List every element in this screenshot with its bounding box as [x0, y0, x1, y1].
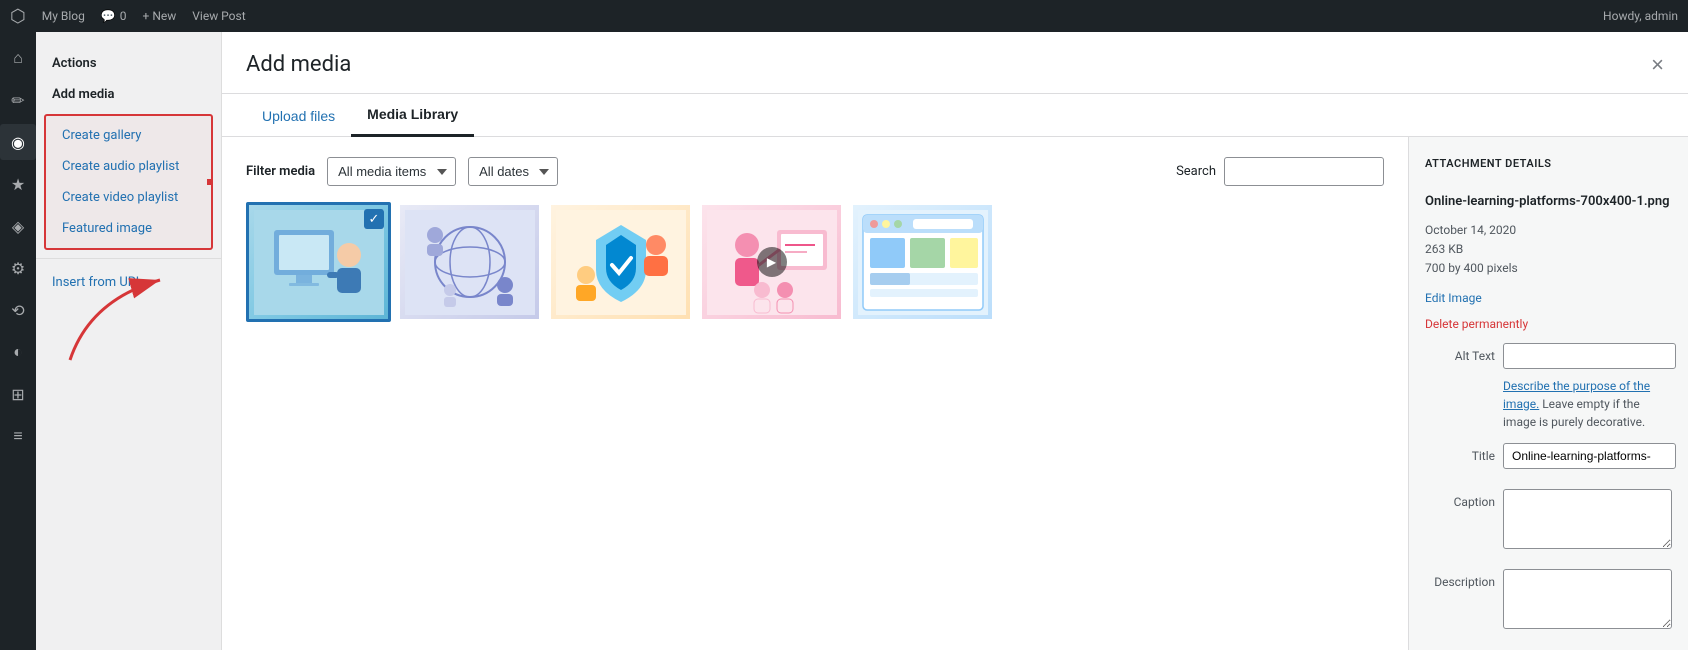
alt-text-hint: Describe the purpose of the image. Leave…: [1503, 377, 1672, 431]
admin-bar-view-post[interactable]: View Post: [192, 9, 245, 23]
media-item-1[interactable]: ✓: [246, 202, 391, 322]
alt-text-row: Alt Text: [1425, 343, 1672, 369]
media-type-filter[interactable]: All media items: [327, 157, 456, 186]
caption-label: Caption: [1425, 489, 1495, 509]
attachment-meta: October 14, 2020 263 KB 700 by 400 pixel…: [1425, 221, 1672, 279]
sidebar-icon-users[interactable]: ◐: [0, 334, 36, 370]
title-label: Title: [1425, 443, 1495, 463]
sidebar-icon-pages[interactable]: ★: [0, 166, 36, 202]
search-input[interactable]: [1224, 157, 1384, 186]
sidebar-icon-home[interactable]: ⌂: [0, 40, 36, 76]
insert-from-url-item[interactable]: Insert from URL: [36, 267, 221, 298]
alt-text-input[interactable]: [1503, 343, 1676, 369]
sidebar-icon-comments[interactable]: ◈: [0, 208, 36, 244]
sidebar: ⌂ ✏ ◉ ★ ◈ ⚙ ⟲ ◐ ⊞ ≡: [0, 32, 36, 650]
sidebar-icon-posts[interactable]: ✏: [0, 82, 36, 118]
media-thumb-3: [551, 205, 690, 319]
media-item-2[interactable]: [397, 202, 542, 322]
sidebar-icon-appearance[interactable]: ⚙: [0, 250, 36, 286]
media-main-area: Filter media All media items All dates S…: [222, 137, 1408, 650]
filter-label: Filter media: [246, 164, 315, 179]
highlight-box: Create gallery Create audio playlist Cre…: [44, 114, 213, 250]
admin-bar-blog[interactable]: My Blog: [42, 9, 85, 23]
admin-bar-new[interactable]: + New: [143, 9, 177, 23]
description-label: Description: [1425, 569, 1495, 589]
description-row: Description: [1425, 569, 1672, 629]
dialog-header: Add media ×: [222, 32, 1688, 94]
media-content: Filter media All media items All dates S…: [222, 137, 1688, 650]
sidebar-icon-settings[interactable]: ≡: [0, 418, 36, 454]
dates-filter[interactable]: All dates: [468, 157, 558, 186]
dialog-title: Add media: [246, 52, 351, 77]
blog-name: My Blog: [42, 9, 85, 23]
dialog-content: Add media × Upload files Media Library F…: [222, 32, 1688, 650]
panel-divider: [36, 258, 221, 259]
alt-text-label: Alt Text: [1425, 343, 1495, 363]
edit-image-link[interactable]: Edit Image: [1425, 291, 1672, 305]
actions-section-header: Actions: [36, 48, 221, 79]
wp-logo[interactable]: ⬡: [10, 6, 26, 27]
left-panel: Actions Add media Create gallery Create …: [36, 32, 222, 650]
caption-input[interactable]: [1503, 489, 1672, 549]
dialog-tabs: Upload files Media Library: [222, 94, 1688, 137]
admin-bar: ⬡ My Blog 💬 0 + New View Post Howdy, adm…: [0, 0, 1688, 32]
create-gallery-item[interactable]: Create gallery: [46, 120, 211, 151]
main-layout: ⌂ ✏ ◉ ★ ◈ ⚙ ⟲ ◐ ⊞ ≡ Actions Add media Cr…: [0, 32, 1688, 650]
tab-media-library[interactable]: Media Library: [351, 94, 474, 137]
create-video-playlist-item[interactable]: Create video playlist: [46, 182, 211, 213]
media-item-5[interactable]: [850, 202, 995, 322]
admin-bar-howdy: Howdy, admin: [1603, 9, 1678, 23]
media-item-1-check: ✓: [364, 209, 384, 229]
image-grid: ✓: [246, 202, 1384, 322]
description-input[interactable]: [1503, 569, 1672, 629]
add-media-header[interactable]: Add media: [36, 79, 221, 110]
tab-upload-files[interactable]: Upload files: [246, 94, 351, 137]
attachment-details-title: ATTACHMENT DETAILS: [1425, 157, 1672, 170]
media-item-4[interactable]: ▶: [699, 202, 844, 322]
filter-bar: Filter media All media items All dates S…: [246, 157, 1384, 186]
media-item-3[interactable]: [548, 202, 693, 322]
admin-bar-comments[interactable]: 💬 0: [101, 9, 127, 23]
title-input[interactable]: [1503, 443, 1676, 469]
search-area: Search: [1176, 157, 1384, 186]
delete-permanently-link[interactable]: Delete permanently: [1425, 317, 1672, 331]
media-thumb-5: [853, 205, 992, 319]
create-audio-playlist-item[interactable]: Create audio playlist: [46, 151, 211, 182]
featured-image-item[interactable]: Featured image: [46, 213, 211, 244]
sidebar-icon-plugins[interactable]: ⟲: [0, 292, 36, 328]
search-label: Search: [1176, 164, 1216, 179]
sidebar-icon-tools[interactable]: ⊞: [0, 376, 36, 412]
alt-text-section: Alt Text Describe the purpose of the ima…: [1425, 343, 1672, 431]
play-overlay-4: ▶: [757, 247, 787, 277]
attachment-filename: Online-learning-platforms-700x400-1.png: [1425, 194, 1672, 209]
attachment-details-panel: ATTACHMENT DETAILS Online-learnin: [1408, 137, 1688, 650]
caption-row: Caption: [1425, 489, 1672, 549]
dialog-close-button[interactable]: ×: [1651, 54, 1664, 76]
title-row: Title: [1425, 443, 1672, 469]
sidebar-icon-media[interactable]: ◉: [0, 124, 36, 160]
media-thumb-2: [400, 205, 539, 319]
